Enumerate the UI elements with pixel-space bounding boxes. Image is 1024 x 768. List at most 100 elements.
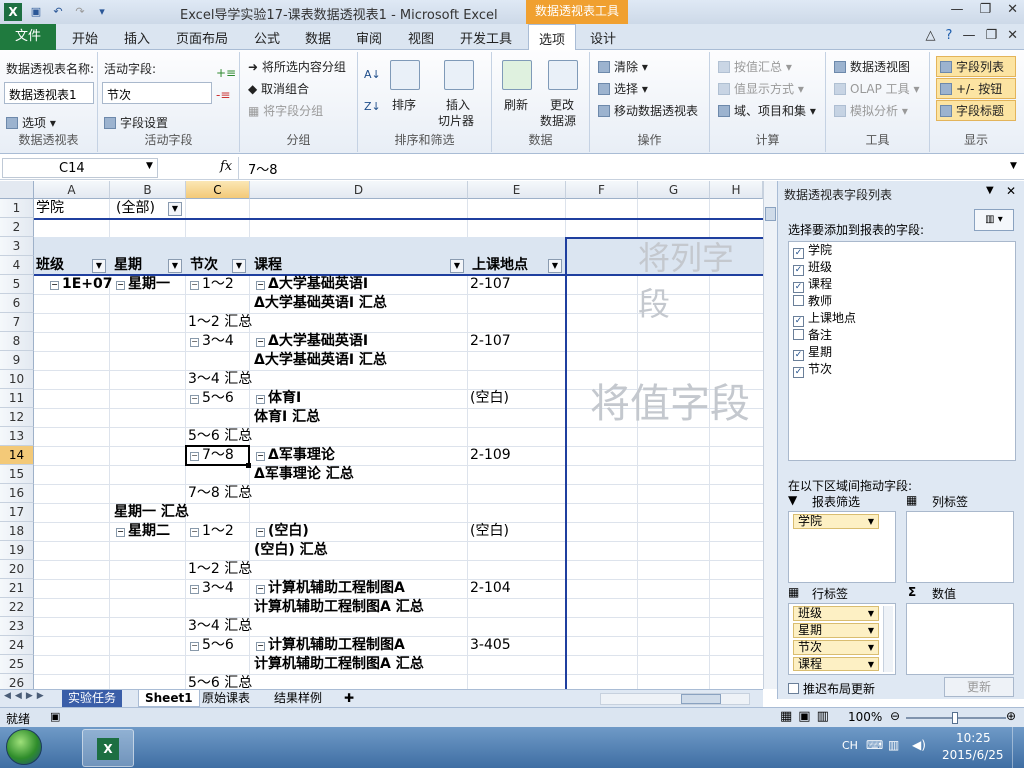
filter-dropdown-icon[interactable]: ▼ bbox=[168, 202, 182, 216]
row-zone-item[interactable]: 课程 ▼ bbox=[793, 657, 879, 671]
tray-volume-icon[interactable]: ◀) bbox=[912, 738, 926, 752]
row-header[interactable]: 18 bbox=[0, 522, 34, 541]
collapse-icon[interactable]: − bbox=[256, 338, 265, 347]
zoom-in-icon[interactable]: ⊕ bbox=[1006, 709, 1016, 723]
pivot-cell[interactable]: − Δ大学基础英语Ⅰ bbox=[256, 332, 368, 351]
field-headers-button[interactable]: 字段标题 bbox=[936, 100, 1016, 121]
class-dropdown-icon[interactable]: ▼ bbox=[92, 259, 106, 273]
macro-record-icon[interactable]: ▣ bbox=[50, 710, 60, 723]
input-language[interactable]: CH bbox=[842, 739, 858, 752]
pivot-cell[interactable]: −3～4 bbox=[190, 579, 234, 598]
pivot-cell[interactable]: 5～6 汇总 bbox=[188, 427, 252, 446]
tab-review[interactable]: 审阅 bbox=[356, 28, 382, 47]
location-dropdown-icon[interactable]: ▼ bbox=[548, 259, 562, 273]
checkbox[interactable]: ✓ bbox=[793, 367, 804, 378]
sheet-tab-experiment[interactable]: 实验任务 bbox=[62, 690, 123, 707]
row-zone-scrollbar[interactable] bbox=[883, 606, 893, 672]
sort-button-label[interactable]: 排序 bbox=[392, 96, 416, 113]
dropdown-icon[interactable]: ▼ bbox=[868, 624, 874, 637]
pivot-cell[interactable]: (空白) bbox=[470, 522, 509, 541]
collapse-icon[interactable]: − bbox=[256, 642, 265, 651]
pivot-cell[interactable]: −1～2 bbox=[190, 522, 234, 541]
dropdown-icon[interactable]: ▼ bbox=[868, 607, 874, 620]
what-if-button[interactable]: 模拟分析 ▾ bbox=[834, 102, 908, 119]
sheet-nav-icon[interactable]: ◀◀▶▶ bbox=[4, 691, 48, 701]
col-header-b[interactable]: B bbox=[110, 181, 186, 199]
tab-design[interactable]: 设计 bbox=[590, 28, 616, 47]
collapse-icon[interactable]: − bbox=[256, 452, 265, 461]
minimize-icon[interactable]: — bbox=[950, 2, 963, 17]
pivot-chart-button[interactable]: 数据透视图 bbox=[834, 58, 910, 75]
collapse-icon[interactable]: − bbox=[190, 338, 199, 347]
pivot-cell[interactable]: 1～2 汇总 bbox=[188, 313, 252, 332]
row-header[interactable]: 13 bbox=[0, 427, 34, 446]
expand-field-icon[interactable]: +≡ bbox=[216, 66, 236, 80]
pivot-cell[interactable]: 体育Ⅰ 汇总 bbox=[254, 408, 320, 427]
tab-options[interactable]: 选项 bbox=[528, 24, 577, 51]
collapse-icon[interactable]: − bbox=[190, 281, 199, 290]
sheet-tab-sheet1[interactable]: Sheet1 bbox=[138, 690, 200, 707]
collapse-icon[interactable]: − bbox=[190, 395, 199, 404]
summarize-by-button[interactable]: 按值汇总 ▾ bbox=[718, 58, 792, 75]
expand-formula-icon[interactable]: ▼ bbox=[1010, 161, 1017, 171]
row-header[interactable]: 1 bbox=[0, 199, 34, 218]
pivot-cell[interactable]: 2-107 bbox=[470, 275, 511, 294]
pivot-cell[interactable]: 5～6 汇总 bbox=[188, 674, 252, 689]
vertical-scrollbar[interactable] bbox=[763, 181, 777, 689]
pivot-cell[interactable]: (空白) bbox=[470, 389, 509, 408]
tab-data[interactable]: 数据 bbox=[305, 28, 331, 47]
pivot-cell[interactable]: −5～6 bbox=[190, 636, 234, 655]
row-header[interactable]: 11 bbox=[0, 389, 34, 408]
row-zone-item[interactable]: 班级 ▼ bbox=[793, 606, 879, 621]
collapse-icon[interactable]: − bbox=[50, 281, 59, 290]
pivot-cell[interactable]: 2-104 bbox=[470, 579, 511, 598]
collapse-icon[interactable]: − bbox=[256, 395, 265, 404]
field-list-button[interactable]: 字段列表 bbox=[936, 56, 1016, 77]
collapse-icon[interactable]: − bbox=[190, 585, 199, 594]
collapse-field-icon[interactable]: -≡ bbox=[216, 88, 230, 102]
field-settings-button[interactable]: 字段设置 bbox=[104, 114, 168, 131]
field-item-college[interactable]: ✓ 学院 bbox=[793, 242, 832, 259]
row-header[interactable]: 21 bbox=[0, 579, 34, 598]
pivot-cell[interactable]: 计算机辅助工程制图A 汇总 bbox=[254, 598, 424, 617]
defer-checkbox-box[interactable] bbox=[788, 683, 799, 694]
zoom-out-icon[interactable]: ⊖ bbox=[890, 709, 900, 723]
insert-slicer-label-2[interactable]: 切片器 bbox=[438, 112, 474, 129]
collapse-icon[interactable]: − bbox=[256, 528, 265, 537]
tab-view[interactable]: 视图 bbox=[408, 28, 434, 47]
panel-close-icon[interactable]: ✕ bbox=[1006, 184, 1016, 198]
sheet-tab-result[interactable]: 结果样例 bbox=[268, 690, 328, 707]
row-header[interactable]: 17 bbox=[0, 503, 34, 522]
pivot-cell[interactable]: − 计算机辅助工程制图A bbox=[256, 636, 405, 655]
row-header[interactable]: 9 bbox=[0, 351, 34, 370]
pivot-cell[interactable]: Δ军事理论 汇总 bbox=[254, 465, 354, 484]
group-field-button[interactable]: ▦ 将字段分组 bbox=[248, 102, 323, 119]
tab-developer[interactable]: 开发工具 bbox=[460, 28, 512, 47]
pivot-name-input[interactable]: 数据透视表1 bbox=[4, 82, 94, 104]
row-header[interactable]: 5 bbox=[0, 275, 34, 294]
tray-keyboard-icon[interactable]: ⌨ bbox=[866, 738, 883, 752]
pivot-cell[interactable]: −1～2 bbox=[190, 275, 234, 294]
row-header[interactable]: 16 bbox=[0, 484, 34, 503]
row-header[interactable]: 2 bbox=[0, 218, 34, 237]
ungroup-button[interactable]: ◆ 取消组合 bbox=[248, 80, 309, 97]
course-dropdown-icon[interactable]: ▼ bbox=[450, 259, 464, 273]
pivot-cell[interactable]: − 星期一 bbox=[116, 275, 170, 294]
pivot-cell[interactable]: 3～4 汇总 bbox=[188, 370, 252, 389]
clear-button[interactable]: 清除 ▾ bbox=[598, 58, 648, 75]
defer-update-checkbox[interactable]: 推迟布局更新 bbox=[788, 680, 875, 697]
checkbox[interactable]: ✓ bbox=[793, 248, 804, 259]
change-source-label-2[interactable]: 数据源 bbox=[540, 112, 576, 129]
pivot-cell[interactable]: 计算机辅助工程制图A 汇总 bbox=[254, 655, 424, 674]
view-buttons-icon[interactable]: ▦▣▥ bbox=[780, 709, 835, 724]
wb-close-icon[interactable]: ✕ bbox=[1007, 28, 1018, 43]
insert-sheet-icon[interactable]: ✚ bbox=[344, 691, 354, 705]
checkbox[interactable]: ✓ bbox=[793, 282, 804, 293]
close-icon[interactable]: ✕ bbox=[1007, 2, 1018, 17]
report-filter-zone[interactable]: 学院 ▼ bbox=[788, 511, 896, 583]
fill-handle[interactable] bbox=[246, 463, 251, 468]
pivot-cell[interactable]: 3～4 汇总 bbox=[188, 617, 252, 636]
pivot-cell[interactable]: 3-405 bbox=[470, 636, 511, 655]
col-header-c[interactable]: C bbox=[186, 181, 250, 199]
row-header[interactable]: 26 bbox=[0, 674, 34, 689]
